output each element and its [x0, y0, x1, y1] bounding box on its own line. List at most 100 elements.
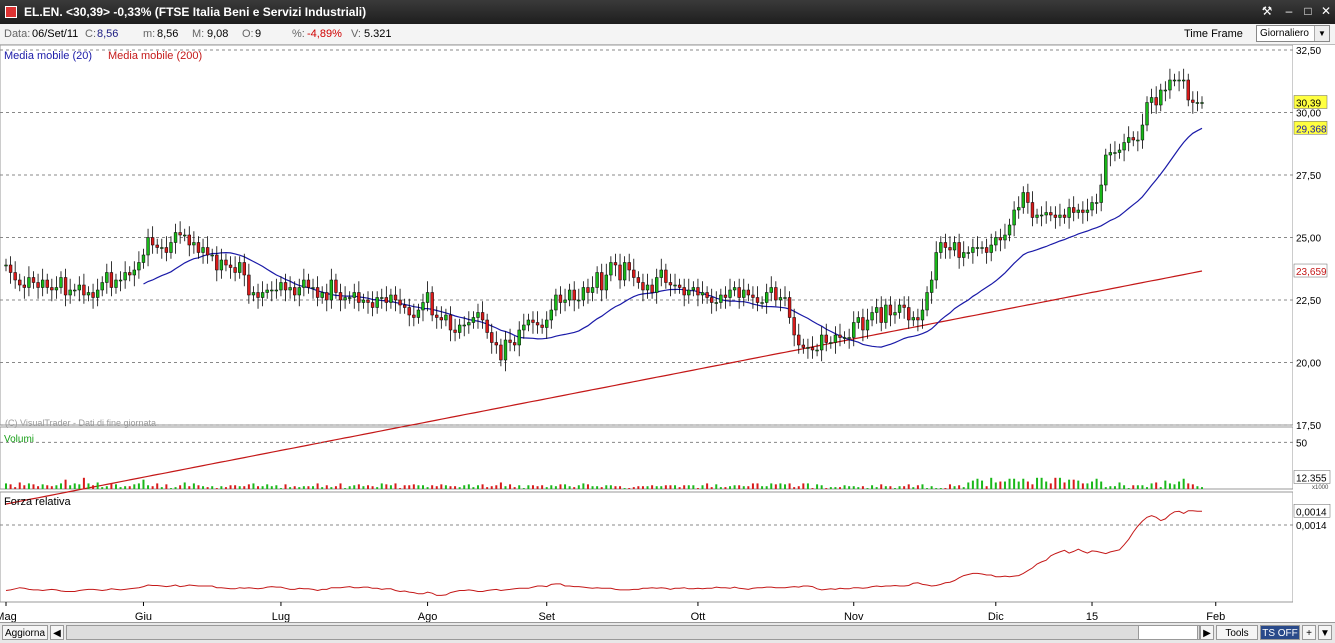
- candle-body: [719, 294, 723, 303]
- title-bar: EL.EN. <30,39> -0,33% (FTSE Italia Beni …: [0, 0, 1335, 24]
- candle-body: [627, 262, 631, 271]
- volume-bar: [124, 486, 127, 489]
- candle-body: [343, 297, 347, 301]
- candle-body: [31, 277, 36, 283]
- candle-body: [595, 272, 599, 288]
- watermark-text: (C) VisualTrader - Dati di fine giornata: [5, 418, 156, 428]
- volume-bar: [431, 485, 434, 489]
- candle-body: [1081, 209, 1085, 213]
- volume-bar: [994, 482, 997, 489]
- candle-body: [430, 292, 434, 316]
- horizontal-scrollbar[interactable]: [66, 625, 1200, 640]
- scrollbar-thumb[interactable]: [1138, 625, 1198, 640]
- candle-body: [687, 289, 691, 296]
- candle-body: [801, 344, 806, 348]
- candle-body: [311, 287, 315, 289]
- aggiorna-button[interactable]: Aggiorna: [2, 625, 48, 640]
- candle-body: [306, 279, 311, 288]
- volume-bar: [646, 486, 649, 489]
- timeframe-select[interactable]: Giornaliero ▼: [1256, 25, 1330, 42]
- candle-body: [398, 299, 402, 306]
- candle-body: [453, 329, 457, 333]
- candle-body: [1012, 209, 1016, 226]
- volume-bar: [481, 484, 484, 489]
- volume-bar: [78, 484, 81, 489]
- volume-bar: [1077, 480, 1080, 489]
- candle-body: [370, 302, 375, 308]
- volume-bar: [444, 485, 447, 489]
- dropdown-button[interactable]: ▼: [1318, 625, 1332, 640]
- candle-body: [283, 282, 288, 291]
- volume-bar: [165, 484, 168, 489]
- stock-chart[interactable]: 32,50 30,00 27,50 25,00 22,50 20,00 17,50 Media…: [0, 45, 1335, 622]
- candle-body: [86, 292, 91, 296]
- volume-bar: [334, 486, 337, 489]
- add-button[interactable]: +: [1302, 625, 1316, 640]
- volume-bar: [751, 483, 754, 489]
- volume-bar: [926, 488, 929, 489]
- settings-icon[interactable]: ⚒: [1260, 4, 1274, 18]
- tools-button[interactable]: Tools: [1216, 625, 1258, 640]
- volume-bar: [1017, 481, 1020, 489]
- volume-bar: [316, 483, 319, 489]
- maximize-button[interactable]: □: [1301, 4, 1315, 18]
- chevron-down-icon[interactable]: ▼: [1314, 26, 1329, 41]
- candle-body: [247, 274, 251, 296]
- candle-body: [641, 282, 645, 291]
- candle-body: [994, 237, 998, 246]
- volume-value: 5.321: [364, 28, 392, 40]
- candle-body: [852, 322, 856, 338]
- ma20-legend: Media mobile (20): [4, 50, 92, 62]
- volume-bar: [14, 487, 17, 489]
- volume-bar: [509, 484, 512, 489]
- volume-label: V:: [351, 28, 361, 40]
- volume-bar: [1118, 482, 1121, 489]
- close-button[interactable]: ✕: [1319, 4, 1333, 18]
- volume-bar: [554, 486, 557, 489]
- candle-body: [902, 304, 906, 308]
- candle-body: [673, 284, 677, 287]
- candle-body: [348, 297, 352, 299]
- scroll-left-button[interactable]: ◀: [50, 625, 64, 640]
- candle-body: [622, 262, 627, 281]
- candle-body: [407, 307, 411, 316]
- candle-body: [1140, 124, 1145, 141]
- price-ytick-label: 22,50: [1296, 296, 1321, 307]
- volume-bar: [637, 486, 640, 489]
- candle-body: [682, 287, 686, 296]
- volume-bar: [907, 484, 910, 489]
- volume-bar: [247, 484, 250, 489]
- volume-bar: [234, 485, 237, 489]
- candle-body: [842, 337, 847, 339]
- candle-body: [668, 282, 673, 286]
- candle-body: [760, 302, 764, 304]
- candle-body: [302, 279, 306, 288]
- volume-bar: [312, 486, 315, 489]
- volume-bar: [128, 486, 131, 489]
- scroll-right-button[interactable]: ▶: [1200, 625, 1214, 640]
- volume-bar: [362, 486, 365, 489]
- volume-bar: [619, 486, 622, 489]
- volume-bar: [522, 488, 525, 489]
- candle-body: [526, 319, 531, 326]
- candle-body: [1172, 79, 1177, 82]
- candle-body: [462, 324, 466, 327]
- ts-off-button[interactable]: TS OFF: [1260, 625, 1300, 640]
- volume-bar: [838, 487, 841, 489]
- volume-bar: [834, 487, 837, 489]
- volume-bar: [348, 486, 351, 489]
- volume-bar: [367, 485, 370, 489]
- candle-body: [531, 319, 535, 323]
- candle-body: [352, 292, 356, 298]
- data-value: 06/Set/11: [32, 28, 79, 40]
- volume-bar: [1091, 481, 1094, 489]
- candle-body: [132, 269, 136, 276]
- volume-bar: [1146, 487, 1149, 489]
- candle-body: [18, 279, 22, 286]
- minimize-button[interactable]: –: [1282, 4, 1296, 18]
- volume-bar: [806, 483, 809, 489]
- volume-bar: [252, 483, 255, 489]
- candle-body: [109, 272, 114, 288]
- max-value: 9,08: [207, 28, 229, 40]
- candle-body: [100, 282, 104, 291]
